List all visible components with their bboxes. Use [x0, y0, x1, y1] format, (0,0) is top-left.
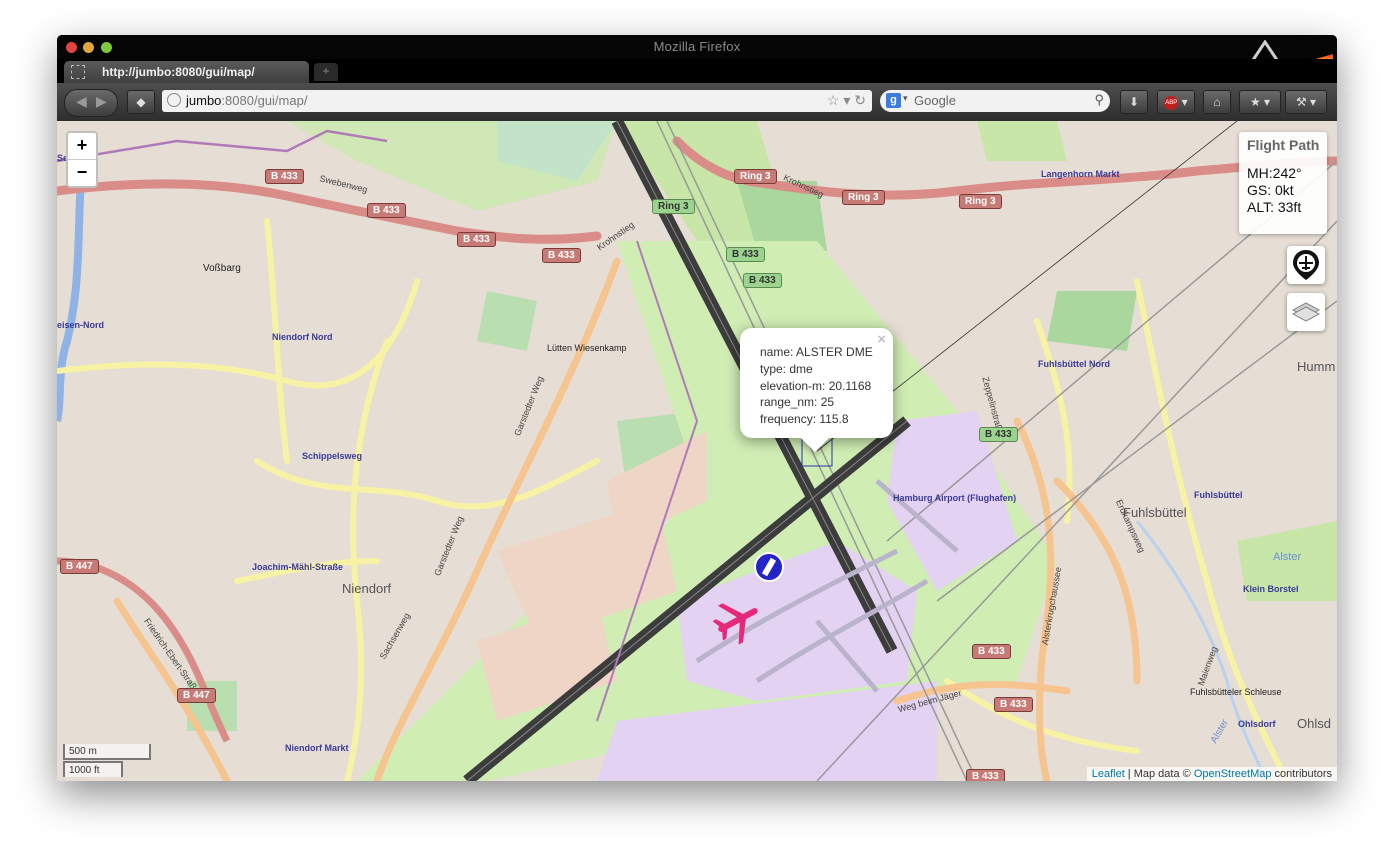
- road-shield: Ring 3: [959, 194, 1002, 209]
- bookmark-toolbar-button[interactable]: ◆: [127, 90, 155, 114]
- google-engine-icon[interactable]: g: [886, 93, 901, 108]
- search-icon[interactable]: ⚲: [1094, 92, 1104, 108]
- tab-strip: http://jumbo:8080/gui/map/ +: [57, 59, 1337, 83]
- back-forward-buttons[interactable]: ◀ ▶: [64, 89, 118, 117]
- scale-metric: 500 m: [63, 744, 151, 760]
- road-shield: B 447: [60, 559, 99, 574]
- map-label-fuhls-nord: Fuhlsbüttel Nord: [1038, 359, 1110, 369]
- road-shield: B 433: [979, 427, 1018, 442]
- zoom-in-button[interactable]: +: [68, 133, 96, 160]
- locate-aircraft-button[interactable]: [1287, 246, 1325, 284]
- map-base-layer: [57, 121, 1337, 781]
- map-label-joachim: Joachim-Mähl-Straße: [252, 562, 344, 572]
- road-shield: B 433: [966, 769, 1005, 781]
- map-label-schippelsweg: Schippelsweg: [302, 451, 363, 461]
- aircraft-marker-icon: [1293, 250, 1319, 280]
- map-label-schleuse: Fuhlsbütteler Schleuse: [1190, 687, 1282, 697]
- altitude: ALT: 33ft: [1247, 199, 1302, 215]
- bookmarks-menu-icon[interactable]: ★ ▾: [1239, 90, 1281, 114]
- map-label-fuhls: Fuhlsbüttel: [1194, 490, 1243, 500]
- map-label-niendorf: Niendorf: [342, 581, 392, 596]
- zoom-control: + −: [66, 131, 98, 188]
- road-shield: B 433: [743, 273, 782, 288]
- back-arrow-icon[interactable]: ◀: [76, 93, 87, 110]
- popup-elevation: elevation-m: 20.1168: [760, 379, 872, 393]
- road-shield: B 433: [726, 247, 765, 262]
- window-title: Mozilla Firefox: [653, 39, 741, 54]
- map-label-vossbarg: Voßbarg: [203, 263, 241, 274]
- map-view[interactable]: Niendorf Nord Schippelsweg Joachim-Mähl-…: [57, 121, 1337, 781]
- navaid-popup: × name: ALSTER DME type: dme elevation-m…: [740, 328, 893, 453]
- popup-close-button[interactable]: ×: [877, 331, 886, 348]
- road-shield: B 433: [265, 169, 304, 184]
- popup-name: name: ALSTER DME: [760, 345, 873, 359]
- map-label-ohlsdorf: Ohlsdorf: [1238, 719, 1276, 729]
- map-label-luetten: Lütten Wiesenkamp: [547, 343, 627, 353]
- popup-frequency: frequency: 115.8: [760, 412, 849, 426]
- map-label-humm: Humm: [1297, 359, 1336, 374]
- popup-type: type: dme: [760, 362, 813, 376]
- road-shield: Ring 3: [734, 169, 777, 184]
- road-shield: Ring 3: [652, 199, 695, 214]
- forward-arrow-icon[interactable]: ▶: [96, 93, 107, 110]
- magnetic-heading: MH:242°: [1247, 165, 1302, 181]
- new-tab-button[interactable]: +: [314, 63, 338, 81]
- tools-menu-icon[interactable]: ⚒ ▾: [1285, 90, 1327, 114]
- bookmark-star-icon[interactable]: ☆ ▾ ↻: [827, 92, 866, 109]
- address-bar[interactable]: jumbo:8080/gui/map/ ☆ ▾ ↻: [162, 90, 872, 112]
- road-shield: B 447: [177, 688, 216, 703]
- map-label-eisen-nord: eisen-Nord: [57, 320, 105, 330]
- tab-map[interactable]: http://jumbo:8080/gui/map/: [64, 61, 309, 83]
- flight-path-panel: Flight Path MH:242° GS: 0kt ALT: 33ft: [1239, 132, 1327, 234]
- zoom-out-button[interactable]: −: [68, 160, 96, 186]
- road-shield: B 433: [994, 697, 1033, 712]
- browser-window: Mozilla Firefox http://jumbo:8080/gui/ma…: [57, 35, 1337, 781]
- road-shield: B 433: [972, 644, 1011, 659]
- layers-button[interactable]: [1287, 293, 1325, 331]
- layers-icon: [1291, 302, 1321, 322]
- search-bar[interactable]: g ▾ Google ⚲: [880, 90, 1110, 112]
- title-bar: Mozilla Firefox: [57, 35, 1337, 59]
- popup-range: range_nm: 25: [760, 395, 835, 409]
- url-text: jumbo:8080/gui/map/: [186, 93, 308, 108]
- map-label-langenhorn: Langenhorn Markt: [1041, 169, 1120, 179]
- map-label-niendorf-markt: Niendorf Markt: [285, 743, 349, 753]
- map-label-ohlsd: Ohlsd: [1297, 716, 1331, 731]
- globe-icon: [167, 93, 181, 107]
- road-shield: B 433: [457, 232, 496, 247]
- nav-toolbar: ◀ ▶ ◆ jumbo:8080/gui/map/ ☆ ▾ ↻ g ▾ Goog…: [57, 83, 1337, 121]
- favicon-icon: [71, 65, 85, 79]
- ground-speed: GS: 0kt: [1247, 182, 1294, 198]
- flight-path-title: Flight Path: [1247, 137, 1320, 153]
- aircraft-icon[interactable]: [713, 595, 763, 645]
- search-placeholder: Google: [914, 93, 956, 108]
- leaflet-link[interactable]: Leaflet: [1092, 768, 1125, 780]
- road-shield: B 433: [542, 248, 581, 263]
- adblock-plus-button[interactable]: ABP ▾: [1157, 90, 1195, 114]
- osm-link[interactable]: OpenStreetMap: [1194, 768, 1272, 780]
- road-shield: Ring 3: [842, 190, 885, 205]
- map-label-airport: Hamburg Airport (Flughafen): [893, 493, 1017, 503]
- map-attribution: Leaflet | Map data © OpenStreetMap contr…: [1086, 767, 1337, 781]
- home-icon[interactable]: ⌂: [1203, 90, 1231, 114]
- tab-title: http://jumbo:8080/gui/map/: [102, 65, 255, 79]
- map-label-klein-borstel: Klein Borstel: [1243, 584, 1299, 594]
- map-label-alster: Alster: [1273, 551, 1302, 563]
- downloads-icon[interactable]: ⬇: [1120, 90, 1148, 114]
- engine-dropdown-icon[interactable]: ▾: [903, 93, 908, 104]
- map-label-niendorf-nord: Niendorf Nord: [272, 332, 333, 342]
- road-shield: B 433: [367, 203, 406, 218]
- scale-imperial: 1000 ft: [63, 761, 123, 777]
